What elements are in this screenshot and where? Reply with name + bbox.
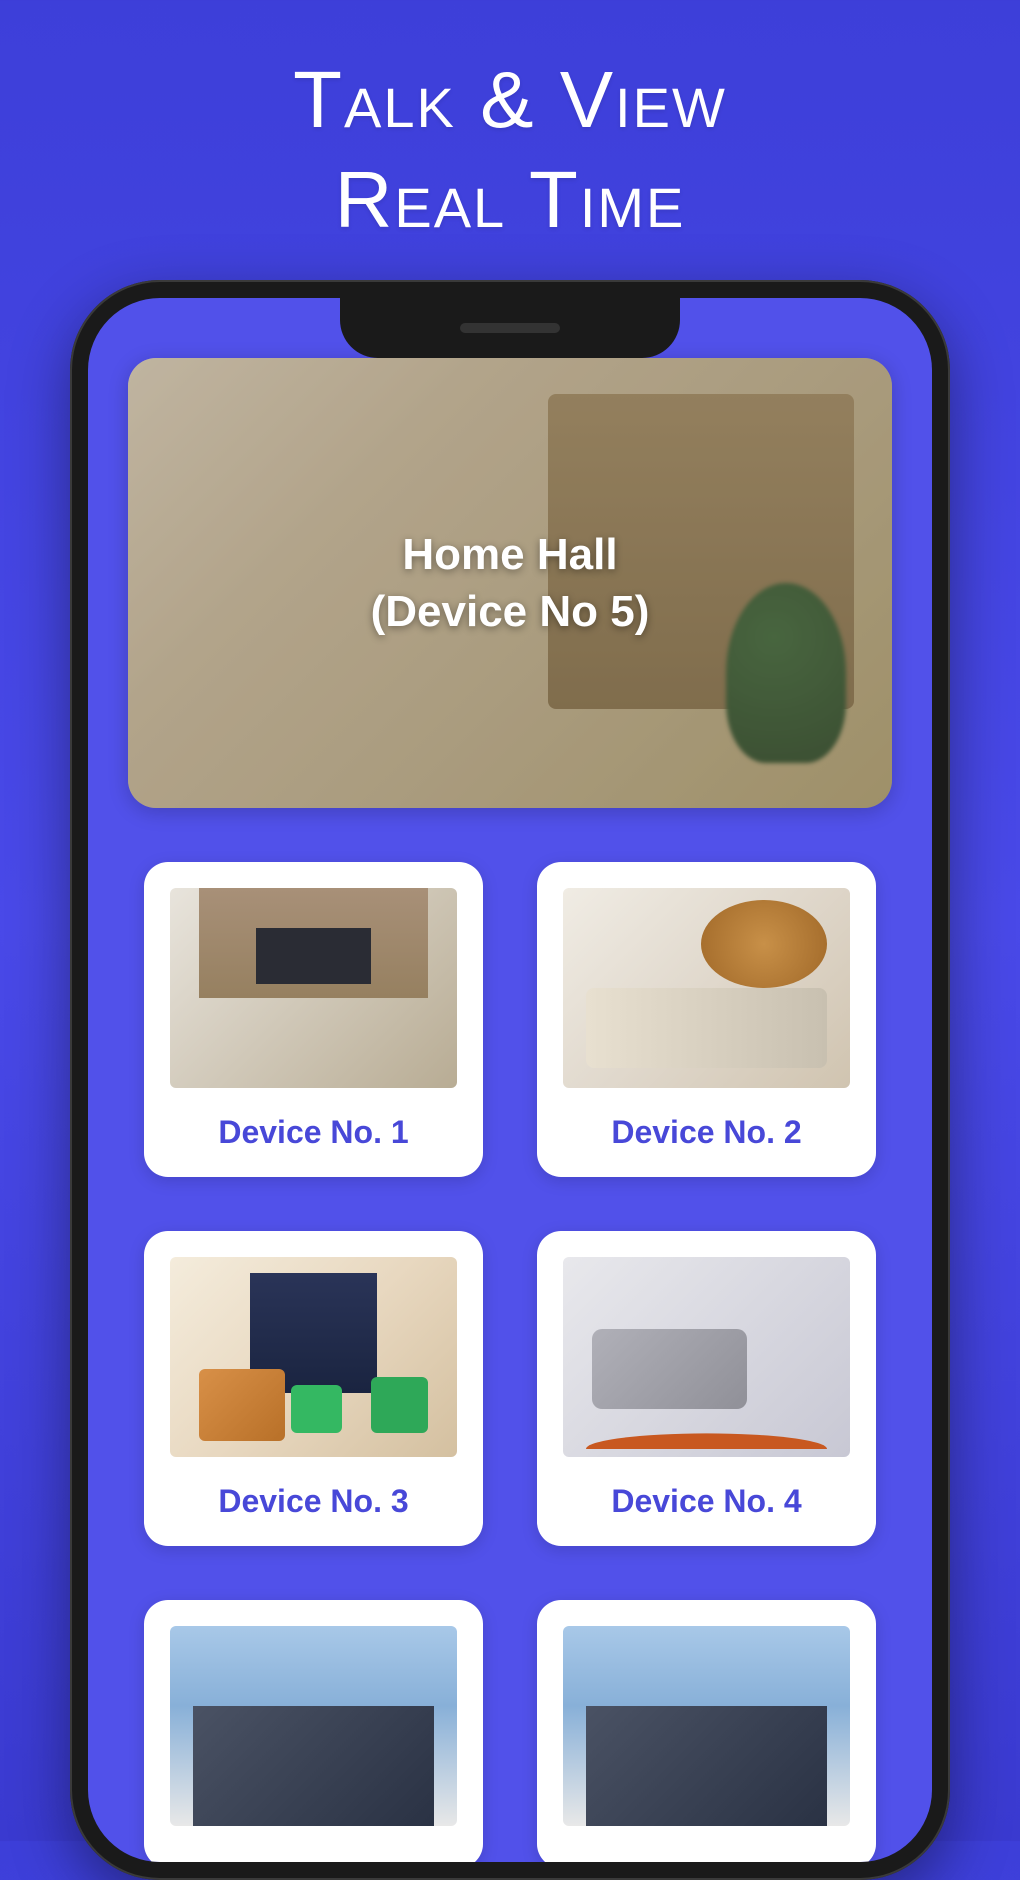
device-label: Device No. 3 bbox=[218, 1483, 408, 1530]
headline-line-2: Real Time bbox=[335, 155, 686, 244]
device-label: Device No. 2 bbox=[611, 1114, 801, 1161]
device-thumbnail bbox=[170, 1257, 457, 1457]
phone-notch bbox=[340, 298, 680, 358]
device-card-2[interactable]: Device No. 2 bbox=[537, 862, 876, 1177]
main-camera-card[interactable]: Home Hall (Device No 5) bbox=[128, 358, 892, 808]
device-thumbnail bbox=[563, 1626, 850, 1826]
device-card-5[interactable] bbox=[144, 1600, 483, 1862]
device-card-1[interactable]: Device No. 1 bbox=[144, 862, 483, 1177]
main-camera-title: Home Hall bbox=[402, 530, 617, 579]
main-camera-label: Home Hall (Device No 5) bbox=[371, 526, 650, 640]
device-grid: Device No. 1 Device No. 2 Device No. 3 D… bbox=[128, 862, 892, 1862]
device-card-3[interactable]: Device No. 3 bbox=[144, 1231, 483, 1546]
phone-frame: Home Hall (Device No 5) Device No. 1 Dev… bbox=[70, 280, 950, 1880]
main-camera-subtitle: (Device No 5) bbox=[371, 587, 650, 636]
device-label: Device No. 1 bbox=[218, 1114, 408, 1161]
headline-line-1: Talk & View bbox=[293, 55, 727, 144]
device-thumbnail bbox=[563, 888, 850, 1088]
phone-speaker-icon bbox=[460, 323, 560, 333]
device-thumbnail bbox=[170, 1626, 457, 1826]
device-card-6[interactable] bbox=[537, 1600, 876, 1862]
marketing-headline: Talk & View Real Time bbox=[0, 0, 1020, 250]
device-card-4[interactable]: Device No. 4 bbox=[537, 1231, 876, 1546]
device-thumbnail bbox=[563, 1257, 850, 1457]
device-label: Device No. 4 bbox=[611, 1483, 801, 1530]
device-thumbnail bbox=[170, 888, 457, 1088]
phone-screen: Home Hall (Device No 5) Device No. 1 Dev… bbox=[88, 298, 932, 1862]
